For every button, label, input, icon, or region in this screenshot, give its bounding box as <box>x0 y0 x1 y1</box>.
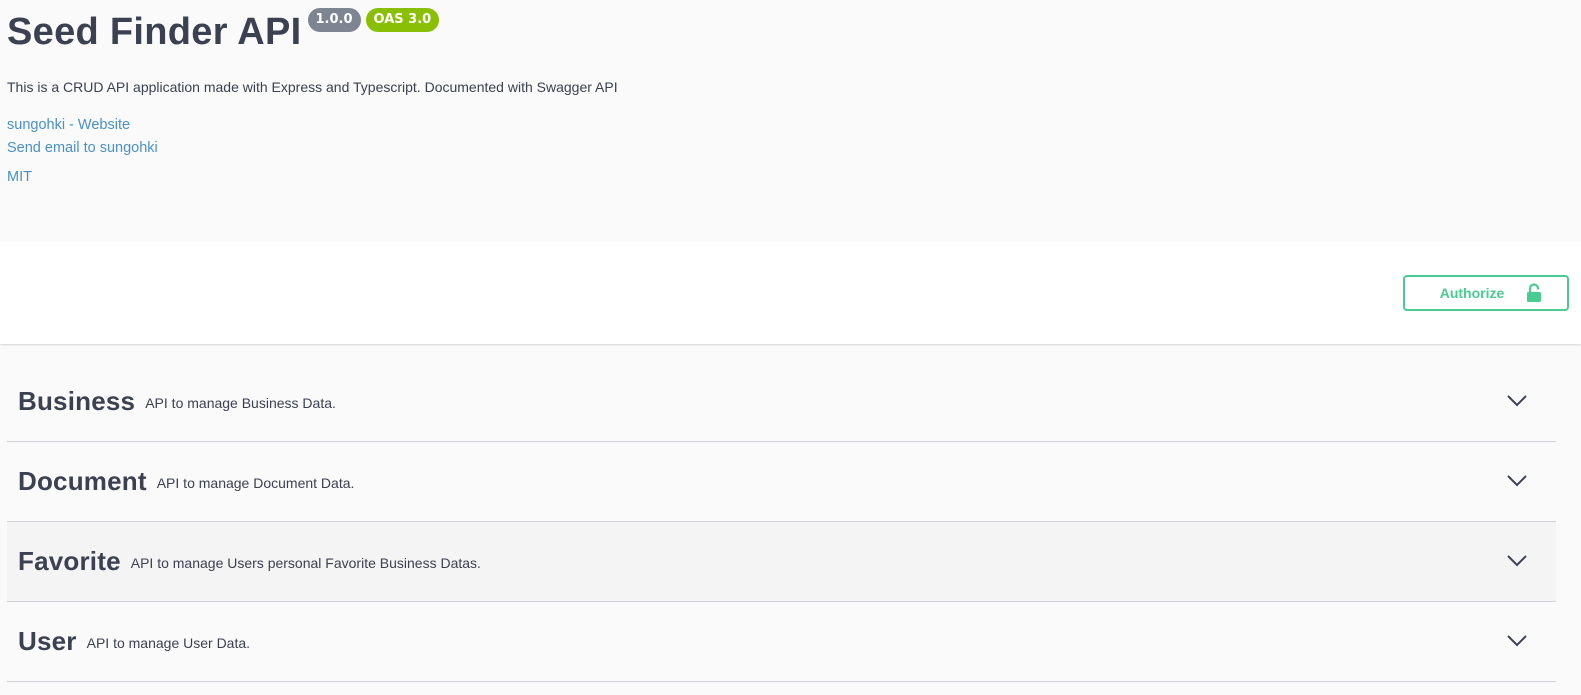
scheme-container: Authorize <box>0 242 1581 344</box>
tag-description: API to manage Users personal Favorite Bu… <box>130 554 481 571</box>
tag-name: Document <box>18 466 147 496</box>
chevron-down-icon[interactable] <box>1506 554 1528 568</box>
contact-website-link[interactable]: sungohki - Website <box>7 117 130 133</box>
unlocked-padlock-icon <box>1527 283 1541 302</box>
tag-name: Business <box>18 386 136 416</box>
tag-section-document[interactable]: Document API to manage Document Data. <box>7 442 1556 522</box>
authorize-button[interactable]: Authorize <box>1403 275 1569 311</box>
tag-list: Business API to manage Business Data. Do… <box>7 362 1556 682</box>
tag-description: API to manage Document Data. <box>156 474 355 491</box>
tag-description: API to manage User Data. <box>86 634 251 651</box>
tag-section-favorite[interactable]: Favorite API to manage Users personal Fa… <box>7 522 1556 602</box>
page-title: Seed Finder API <box>7 11 302 53</box>
tag-name: User <box>18 626 77 656</box>
authorize-label: Authorize <box>1439 285 1505 301</box>
chevron-down-icon[interactable] <box>1506 474 1528 488</box>
title-row: Seed Finder API 1.0.0 OAS 3.0 <box>7 8 440 56</box>
version-badge: 1.0.0 <box>307 8 361 32</box>
tag-section-user[interactable]: User API to manage User Data. <box>7 602 1556 682</box>
api-description: This is a CRUD API application made with… <box>7 79 618 95</box>
chevron-down-icon[interactable] <box>1506 634 1528 648</box>
tag-name: Favorite <box>18 546 121 576</box>
license-link[interactable]: MIT <box>7 169 32 185</box>
tag-section-business[interactable]: Business API to manage Business Data. <box>7 362 1556 442</box>
contact-email-link[interactable]: Send email to sungohki <box>7 140 158 156</box>
chevron-down-icon[interactable] <box>1506 394 1528 408</box>
oas-badge: OAS 3.0 <box>365 8 440 32</box>
api-info-section: Seed Finder API 1.0.0 OAS 3.0 This is a … <box>0 0 1581 242</box>
tag-description: API to manage Business Data. <box>145 394 336 411</box>
